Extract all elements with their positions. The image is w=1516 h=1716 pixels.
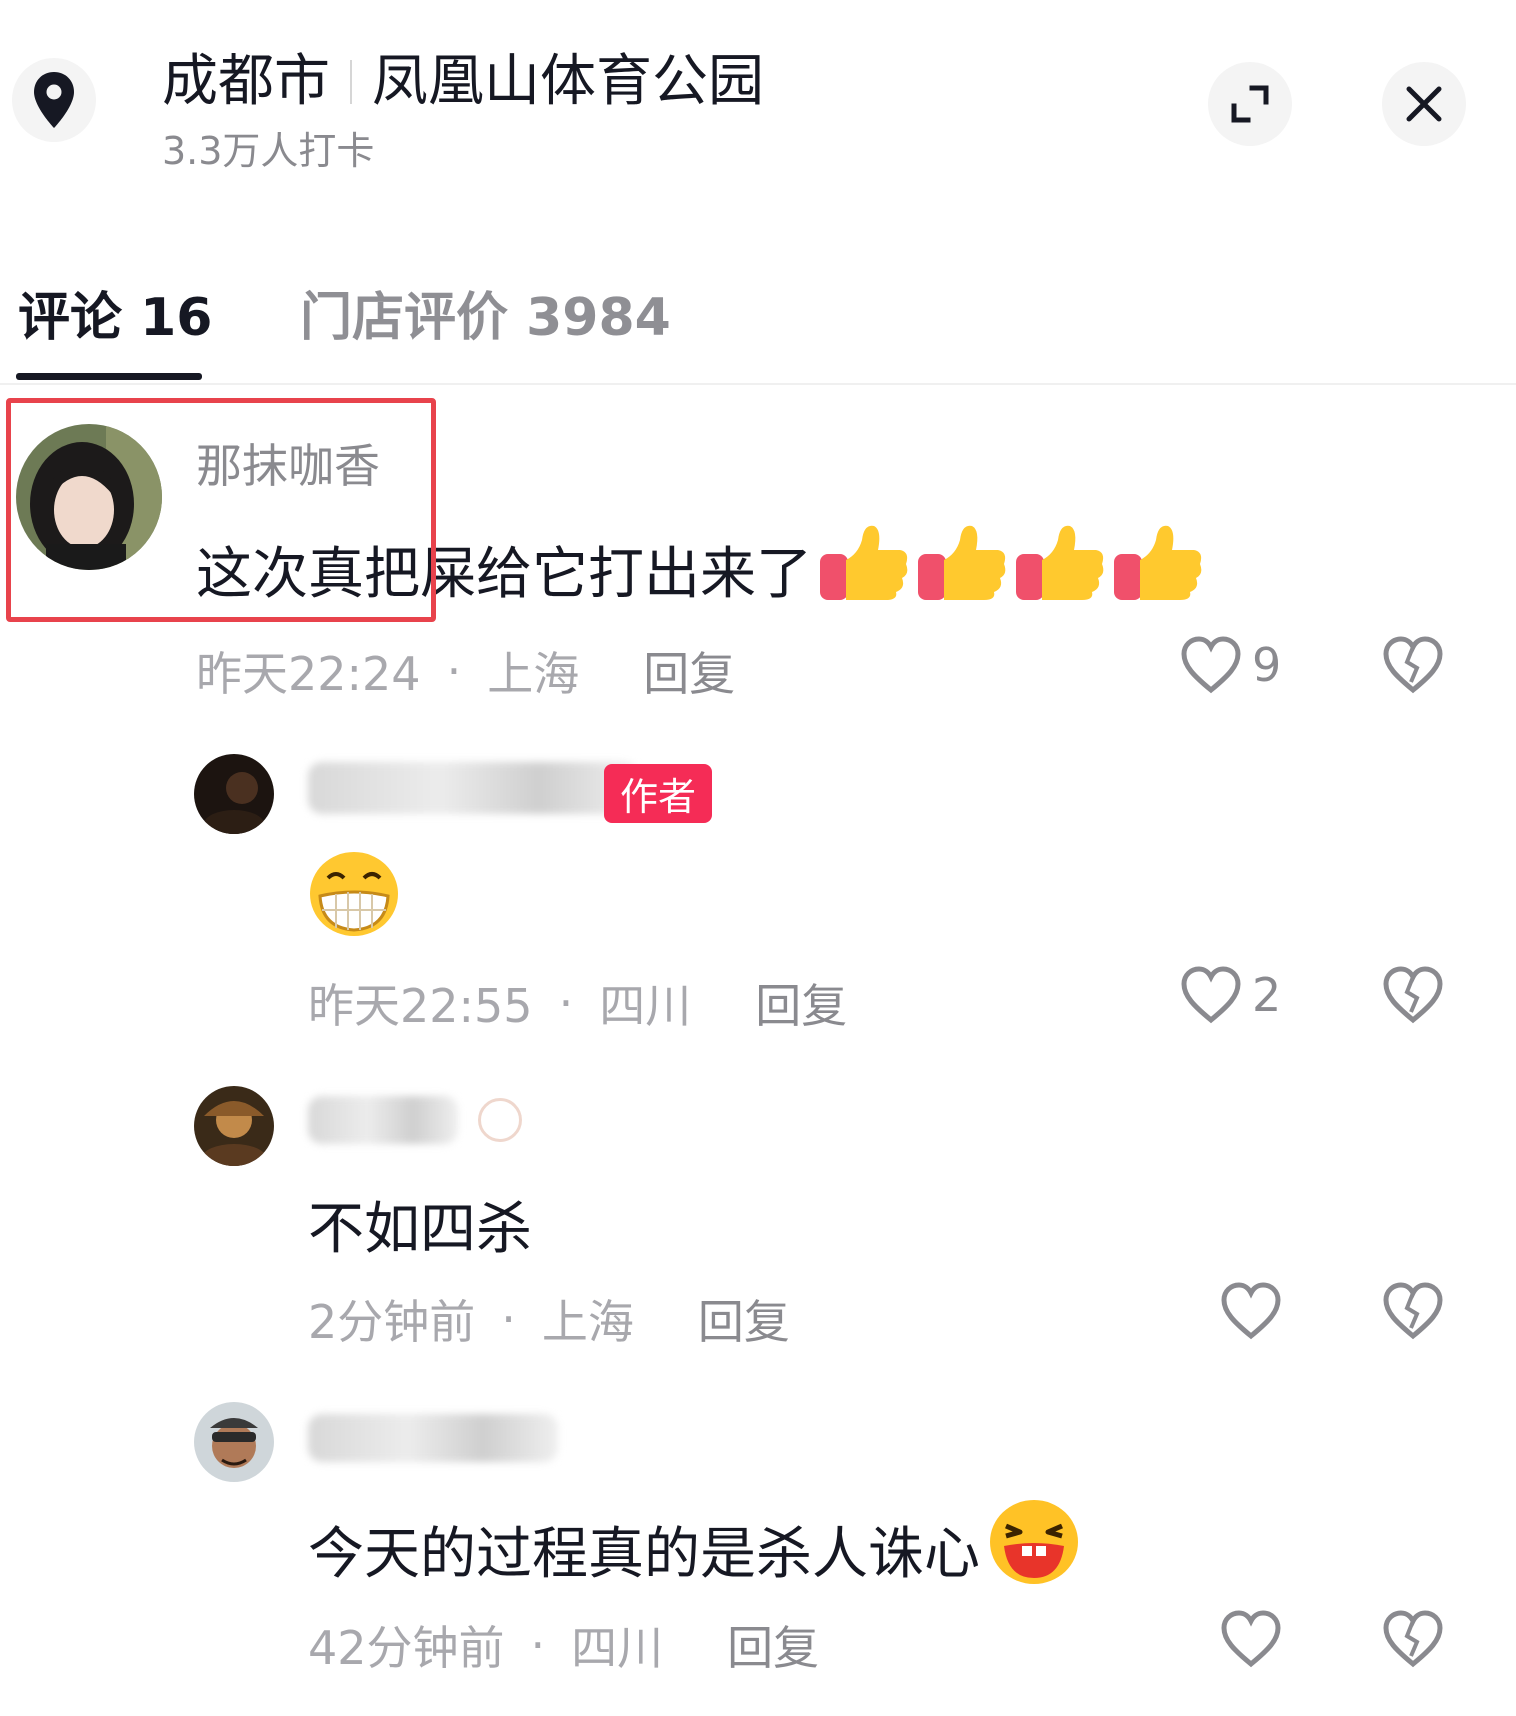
like-button[interactable]: 2 [1180,966,1281,1024]
comment-time: 42分钟前 [308,1621,505,1675]
city-name: 成都市 [162,49,330,114]
place-header: 成都市 凤凰山体育公园 3.3万人打卡 [0,0,1516,200]
broken-heart-icon [1383,1610,1443,1668]
heart-icon [1181,966,1241,1024]
tab-comments[interactable]: 评论 16 [18,275,212,350]
dislike-button[interactable] [1382,1282,1444,1344]
close-icon [1406,86,1442,122]
comment-time: 昨天22:24 [196,647,421,701]
highlight-box [6,398,436,622]
comment-location: 上海 [541,1295,634,1349]
blurred-username[interactable] [308,1414,558,1462]
comment-text: 不如四杀 [308,1197,532,1262]
like-count: 9 [1252,638,1282,692]
reply-button[interactable]: 回复 [755,970,847,1036]
expand-button[interactable] [1208,62,1292,146]
location-pin-icon [12,58,96,142]
comment-meta: 2分钟前 · 上海 回复 [308,1286,790,1352]
broken-heart-icon [1383,1282,1443,1340]
comment-text: 今天的过程真的是杀人诛心 [308,1496,1082,1602]
broken-heart-icon [1383,966,1443,1024]
reply-button[interactable]: 回复 [698,1286,790,1352]
blurred-username[interactable] [308,1096,458,1144]
meta-separator: · [558,976,574,1030]
thumbs-up-emoji [916,520,1008,618]
comment-time: 昨天22:55 [308,979,533,1033]
meta-separator: · [501,1292,516,1346]
comment-meta: 昨天22:55 · 四川 回复 [308,970,847,1036]
comment-time: 2分钟前 [308,1295,476,1349]
user-level-icon [478,1098,522,1142]
avatar[interactable] [194,1402,274,1482]
reply-button[interactable]: 回复 [643,638,735,704]
expand-icon [1231,85,1269,123]
blurred-username[interactable] [308,762,638,814]
comment-location: 上海 [487,647,580,701]
dislike-button[interactable] [1382,636,1444,698]
heart-icon [1221,1282,1281,1340]
tab-bar: 评论 16 门店评价 3984 [0,255,1516,385]
thumbs-up-emoji [1112,520,1204,618]
avatar[interactable] [194,754,274,834]
reply-button[interactable]: 回复 [727,1612,819,1678]
tab-store-reviews[interactable]: 门店评价 3984 [300,275,671,350]
comment-meta: 42分钟前 · 四川 回复 [308,1612,819,1678]
avatar[interactable] [194,1086,274,1166]
title-divider [350,60,352,104]
thumbs-up-emoji [1014,520,1106,618]
heart-icon [1181,636,1241,694]
like-button[interactable] [1220,1282,1282,1340]
comment-location: 四川 [571,1621,664,1675]
like-button[interactable]: 9 [1180,636,1281,694]
dislike-button[interactable] [1382,1610,1444,1672]
heart-icon [1221,1610,1281,1668]
broken-heart-icon [1383,636,1443,694]
grin-emoji [306,848,402,942]
comment-location: 四川 [599,979,692,1033]
comment-meta: 昨天22:24 · 上海 回复 [196,638,735,704]
active-tab-indicator [16,373,202,380]
thumbs-up-emoji [818,520,910,618]
checkin-count: 3.3万人打卡 [162,129,375,173]
close-button[interactable] [1382,62,1466,146]
like-count: 2 [1252,968,1282,1022]
author-badge: 作者 [604,764,713,823]
dislike-button[interactable] [1382,966,1444,1028]
meta-separator: · [530,1618,546,1672]
laugh-emoji [986,1496,1082,1602]
page-title[interactable]: 成都市 凤凰山体育公园 [162,36,764,117]
like-button[interactable] [1220,1610,1282,1668]
place-name: 凤凰山体育公园 [372,49,764,114]
comment-text-body: 今天的过程真的是杀人诛心 [308,1521,980,1587]
meta-separator: · [446,644,462,698]
